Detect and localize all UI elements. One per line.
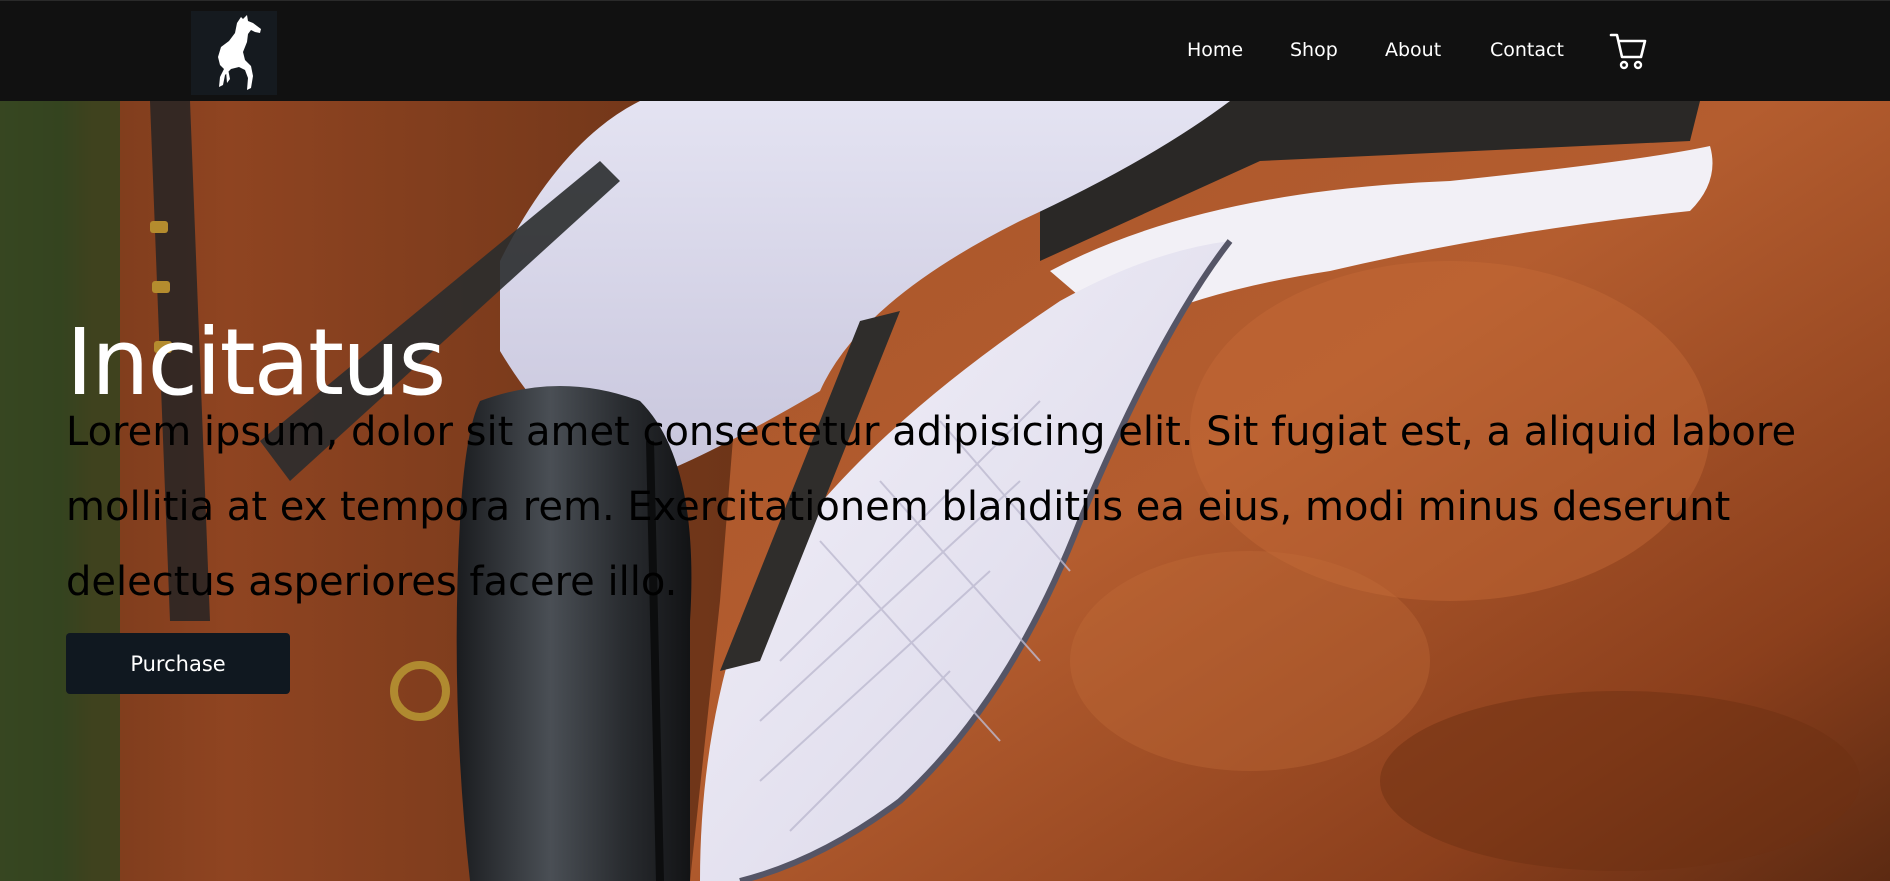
nav-home-link[interactable]: Home [1187,39,1243,61]
hero-section: Incitatus Lorem ipsum, dolor sit amet co… [0,101,1890,881]
logo[interactable] [191,11,277,95]
cart-button[interactable] [1609,31,1647,71]
nav-shop-link[interactable]: Shop [1290,39,1338,61]
purchase-button[interactable]: Purchase [66,633,290,694]
navbar: Home Shop About Contact [0,0,1890,101]
nav-about-link[interactable]: About [1385,39,1441,61]
rearing-horse-icon [218,15,261,90]
shopping-cart-icon [1609,33,1647,70]
hero-description: Lorem ipsum, dolor sit amet consectetur … [66,409,1797,605]
nav-contact-link[interactable]: Contact [1490,39,1564,61]
page: Home Shop About Contact Incitatus Lorem … [0,0,1890,881]
